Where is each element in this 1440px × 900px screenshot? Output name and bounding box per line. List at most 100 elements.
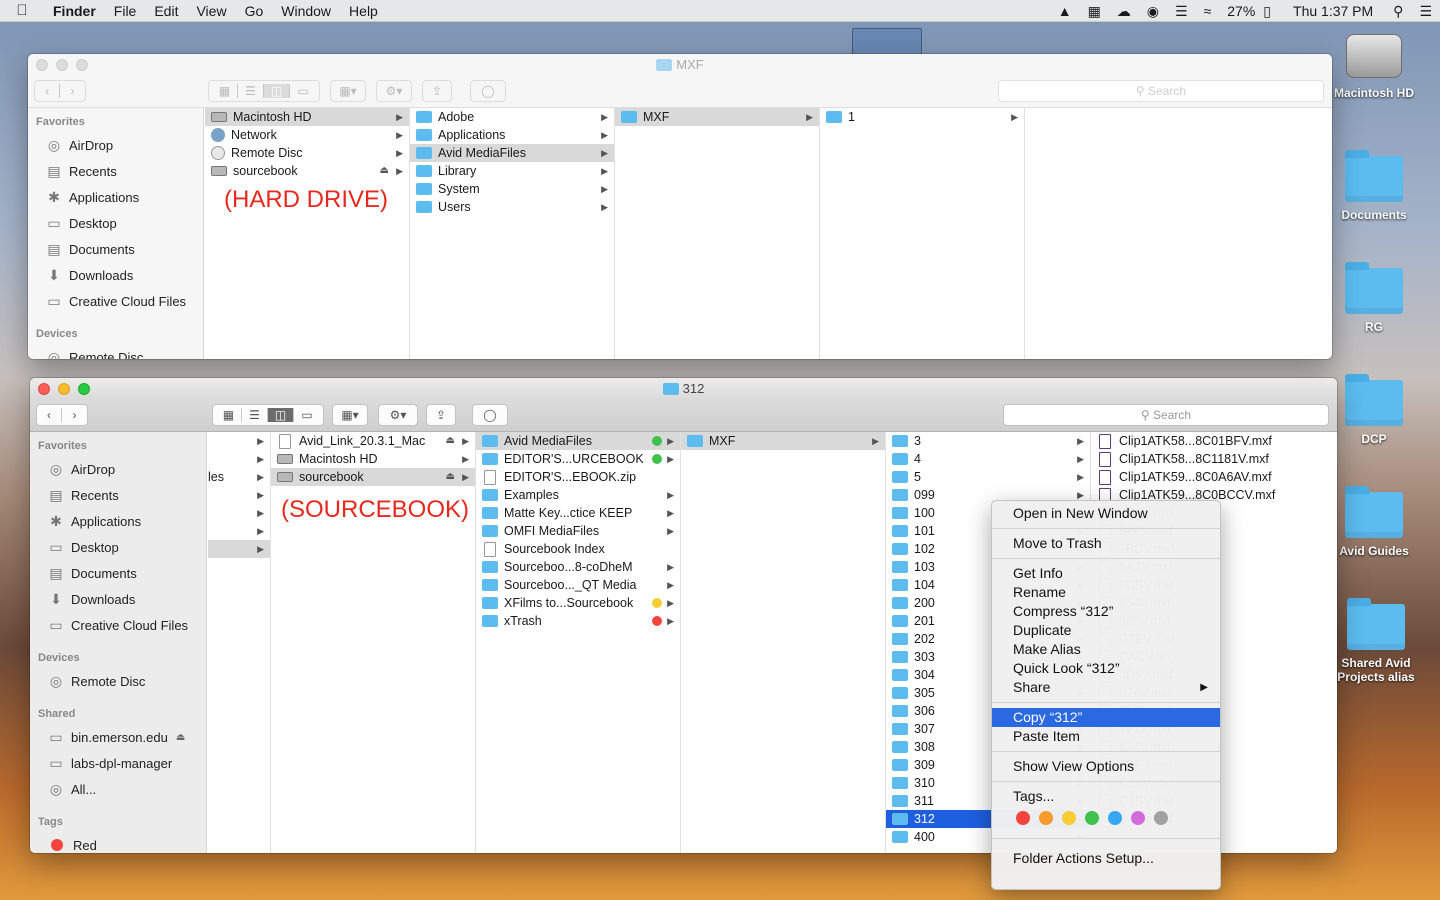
list-item[interactable]: ▶ xyxy=(208,522,270,540)
list-item-avid-link[interactable]: Avid_Link_20.3.1_Mac ⏏ ▶ xyxy=(271,432,475,450)
list-item[interactable]: les ▶ xyxy=(208,468,270,486)
sidebar-item-applications[interactable]: ✱ Applications xyxy=(30,508,206,534)
avid-status-icon[interactable]: ▲ xyxy=(1050,3,1080,19)
sidebar-item-airdrop[interactable]: ◎ AirDrop xyxy=(30,456,206,482)
list-item-editors-sourcebook[interactable]: EDITOR'S...URCEBOOK ▶ xyxy=(476,450,680,468)
menu-file[interactable]: File xyxy=(105,3,146,19)
list-item-sourcebook-codhem[interactable]: Sourceboo...8-coDheM ▶ xyxy=(476,558,680,576)
menu-window[interactable]: Window xyxy=(272,3,340,19)
search-field[interactable]: ⚲ Search xyxy=(1003,404,1329,426)
menu-item-make-alias[interactable]: Make Alias xyxy=(992,640,1220,659)
clock[interactable]: Thu 1:37 PM xyxy=(1279,3,1385,19)
list-item-sourcebook[interactable]: sourcebook ⏏ ▶ xyxy=(205,162,409,180)
list-item-sourcebook[interactable]: sourcebook ⏏ ▶ xyxy=(271,468,475,486)
window-titlebar[interactable]: MXF xyxy=(28,54,1332,76)
list-item-network[interactable]: Network ▶ xyxy=(205,126,409,144)
menu-item-compress[interactable]: Compress “312” xyxy=(992,602,1220,621)
eject-icon[interactable]: ⏏ xyxy=(446,432,455,450)
list-item-folder[interactable]: 3 ▶ xyxy=(886,432,1090,450)
list-item-1[interactable]: 1 ▶ xyxy=(820,108,1024,126)
sidebar-item-remote-disc[interactable]: ◎ Remote Disc xyxy=(30,668,206,694)
eject-icon[interactable]: ⏏ xyxy=(380,162,389,180)
minimize-button[interactable] xyxy=(56,59,68,71)
menu-edit[interactable]: Edit xyxy=(145,3,187,19)
menu-item-quick-look[interactable]: Quick Look “312” xyxy=(992,659,1220,678)
desktop-icon-rg[interactable]: RG xyxy=(1326,262,1422,334)
tag-color-dot[interactable] xyxy=(1062,811,1076,825)
sidebar-item-creative-cloud-files[interactable]: ▭ Creative Cloud Files xyxy=(28,288,203,314)
list-item-applications[interactable]: Applications ▶ xyxy=(410,126,614,144)
close-button[interactable] xyxy=(38,383,50,395)
list-item-xfilms-to-sourcebook[interactable]: XFilms to...Sourcebook ▶ xyxy=(476,594,680,612)
sidebar-item-recents[interactable]: ▤ Recents xyxy=(30,482,206,508)
menu-item-open-in-new-window[interactable]: Open in New Window xyxy=(992,504,1220,523)
desktop-icon-dcp[interactable]: DCP xyxy=(1326,374,1422,446)
menu-item-share[interactable]: Share ▶ xyxy=(992,678,1220,697)
menu-help[interactable]: Help xyxy=(340,3,387,19)
sidebar-item-desktop[interactable]: ▭ Desktop xyxy=(28,210,203,236)
spotlight-search-icon[interactable]: ⚲ xyxy=(1385,3,1411,20)
sidebar-item-tag-red[interactable]: Red xyxy=(30,832,206,853)
audio-status-icon[interactable]: ☰ xyxy=(1167,3,1196,20)
network-share-icon[interactable] xyxy=(852,28,922,56)
menu-item-tags[interactable]: Tags... xyxy=(992,787,1220,806)
menu-item-copy[interactable]: Copy “312” xyxy=(992,708,1220,727)
desktop-icon-macintosh-hd[interactable]: Macintosh HD xyxy=(1326,34,1422,100)
menu-item-rename[interactable]: Rename xyxy=(992,583,1220,602)
forward-button[interactable]: › xyxy=(60,84,85,98)
back-button[interactable]: ‹ xyxy=(35,84,61,98)
column-view-button[interactable]: ◫ xyxy=(268,408,294,422)
list-item-avid-mediafiles[interactable]: Avid MediaFiles ▶ xyxy=(476,432,680,450)
list-item-omfi-mediafiles[interactable]: OMFI MediaFiles ▶ xyxy=(476,522,680,540)
sidebar-item-labs-dpl-manager[interactable]: ▭ labs-dpl-manager xyxy=(30,750,206,776)
sidebar-item-desktop[interactable]: ▭ Desktop xyxy=(30,534,206,560)
action-gear-button[interactable]: ⚙▾ xyxy=(378,404,418,426)
group-by-button[interactable]: ▦▾ xyxy=(332,404,368,426)
eject-icon[interactable]: ⏏ xyxy=(176,732,185,743)
list-view-button[interactable]: ☰ xyxy=(238,84,264,98)
list-item-xtrash[interactable]: xTrash ▶ xyxy=(476,612,680,630)
apple-menu-icon[interactable]:  xyxy=(0,2,44,19)
sidebar-item-documents[interactable]: ▤ Documents xyxy=(30,560,206,586)
icon-view-button[interactable]: ▦ xyxy=(216,408,242,422)
share-button[interactable]: ⇪ xyxy=(422,80,452,102)
tag-color-dot[interactable] xyxy=(1016,811,1030,825)
zoom-button[interactable] xyxy=(78,383,90,395)
list-item-users[interactable]: Users ▶ xyxy=(410,198,614,216)
desktop-icon-shared-avid-projects-alias[interactable]: Shared Avid Projects alias xyxy=(1326,598,1426,684)
list-item-adobe[interactable]: Adobe ▶ xyxy=(410,108,614,126)
sidebar-item-bin-emerson-edu[interactable]: ▭ bin.emerson.edu ⏏ xyxy=(30,724,206,750)
list-item-editors-zip[interactable]: EDITOR'S...EBOOK.zip xyxy=(476,468,680,486)
close-button[interactable] xyxy=(36,59,48,71)
sidebar-item-recents[interactable]: ▤ Recents xyxy=(28,158,203,184)
list-item-mxf-file[interactable]: Clip1ATK58...8C01BFV.mxf xyxy=(1091,432,1297,450)
notification-center-icon[interactable]: ☰ xyxy=(1411,3,1440,20)
sidebar-item-documents[interactable]: ▤ Documents xyxy=(28,236,203,262)
minimize-button[interactable] xyxy=(58,383,70,395)
sidebar-item-all[interactable]: ◎ All... xyxy=(30,776,206,802)
list-item-folder[interactable]: 5 ▶ xyxy=(886,468,1090,486)
sidebar-item-creative-cloud-files[interactable]: ▭ Creative Cloud Files xyxy=(30,612,206,638)
share-button[interactable]: ⇪ xyxy=(426,404,456,426)
list-item-examples[interactable]: Examples ▶ xyxy=(476,486,680,504)
tag-color-dot[interactable] xyxy=(1039,811,1053,825)
menu-item-paste-item[interactable]: Paste Item xyxy=(992,727,1220,746)
tag-color-dot[interactable] xyxy=(1085,811,1099,825)
list-item-sourcebook-qt-media[interactable]: Sourceboo..._QT Media ▶ xyxy=(476,576,680,594)
battery-icon[interactable]: ▯ xyxy=(1263,3,1279,20)
sidebar-item-airdrop[interactable]: ◎ AirDrop xyxy=(28,132,203,158)
list-item-avid-mediafiles[interactable]: Avid MediaFiles ▶ xyxy=(410,144,614,162)
column-view-button[interactable]: ◫ xyxy=(264,84,290,98)
list-item-macintosh-hd[interactable]: Macintosh HD ▶ xyxy=(205,108,409,126)
action-gear-button[interactable]: ⚙▾ xyxy=(376,80,412,102)
list-item-library[interactable]: Library ▶ xyxy=(410,162,614,180)
battery-percent[interactable]: 27% xyxy=(1219,3,1263,19)
menu-item-show-view-options[interactable]: Show View Options xyxy=(992,757,1220,776)
list-item-matte-key[interactable]: Matte Key...ctice KEEP ▶ xyxy=(476,504,680,522)
zoom-button[interactable] xyxy=(76,59,88,71)
list-item[interactable]: ▶ xyxy=(208,486,270,504)
gallery-view-button[interactable]: ▭ xyxy=(290,84,316,98)
list-item[interactable]: ▶ xyxy=(208,504,270,522)
desktop-icon-avid-guides[interactable]: Avid Guides xyxy=(1326,486,1422,558)
tags-button[interactable]: ◯ xyxy=(472,404,508,426)
